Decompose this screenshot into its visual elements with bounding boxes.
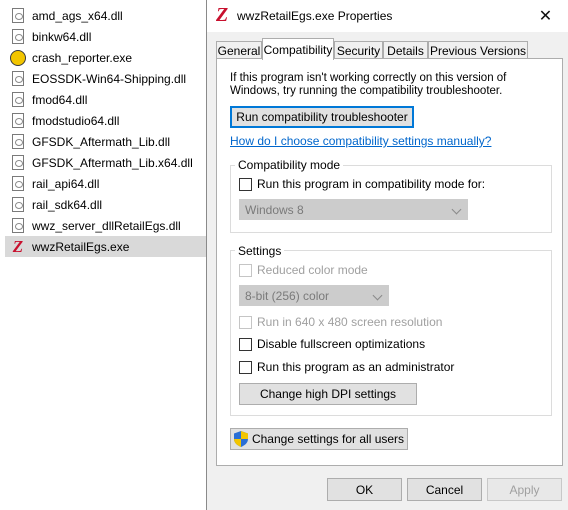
file-list-item[interactable]: rail_sdk64.dll xyxy=(5,194,206,215)
file-name: EOSSDK-Win64-Shipping.dll xyxy=(32,71,187,86)
change-dpi-button[interactable]: Change high DPI settings xyxy=(239,383,417,405)
app-icon: Z xyxy=(216,4,229,26)
chevron-down-icon xyxy=(372,290,383,301)
file-list-item[interactable]: crash_reporter.exe xyxy=(5,47,206,68)
dll-file-icon xyxy=(12,176,24,191)
tab-previous-versions[interactable]: Previous Versions xyxy=(428,41,528,59)
compat-mode-checkbox[interactable] xyxy=(239,177,252,191)
reduced-color-label: Reduced color mode xyxy=(257,263,368,277)
color-depth-value: 8-bit (256) color xyxy=(245,288,330,303)
os-version-value: Windows 8 xyxy=(245,202,304,217)
dll-file-icon xyxy=(12,8,24,23)
file-name: rail_sdk64.dll xyxy=(32,197,103,212)
file-list-item[interactable]: amd_ags_x64.dll xyxy=(5,5,206,26)
os-version-select: Windows 8 xyxy=(239,199,468,220)
dll-file-icon xyxy=(12,134,24,149)
file-list-item[interactable]: binkw64.dll xyxy=(5,26,206,47)
disable-fullscreen-checkbox[interactable] xyxy=(239,337,252,351)
tab-details[interactable]: Details xyxy=(383,41,428,59)
tab-general[interactable]: General xyxy=(216,41,262,59)
compat-mode-checkbox-label: Run this program in compatibility mode f… xyxy=(257,177,486,191)
dll-file-icon xyxy=(12,92,24,107)
dll-file-icon xyxy=(12,197,24,212)
properties-dialog: Z wwzRetailEgs.exe Properties ✕ General … xyxy=(206,0,568,510)
title-bar[interactable]: Z wwzRetailEgs.exe Properties ✕ xyxy=(207,0,568,32)
file-name: crash_reporter.exe xyxy=(32,50,133,65)
run-as-admin-row[interactable]: Run this program as an administrator xyxy=(239,360,454,374)
intro-text: If this program isn't working correctly … xyxy=(230,72,507,97)
settings-label: Settings xyxy=(235,244,285,258)
file-list-item[interactable]: fmod64.dll xyxy=(5,89,206,110)
run-troubleshooter-button[interactable]: Run compatibility troubleshooter xyxy=(230,106,414,128)
color-depth-select: 8-bit (256) color xyxy=(239,285,389,306)
file-list-item[interactable]: GFSDK_Aftermath_Lib.dll xyxy=(5,131,206,152)
run-as-admin-checkbox[interactable] xyxy=(239,360,252,374)
crash-reporter-icon xyxy=(10,49,26,66)
reduced-color-row: Reduced color mode xyxy=(239,263,368,277)
tab-security[interactable]: Security xyxy=(334,41,383,59)
disable-fullscreen-label: Disable fullscreen optimizations xyxy=(257,337,426,351)
dll-file-icon xyxy=(12,155,24,170)
reduced-color-checkbox xyxy=(239,263,252,277)
uac-shield-icon xyxy=(233,431,248,447)
file-name: wwz_server_dllRetailEgs.dll xyxy=(32,218,181,233)
file-name: GFSDK_Aftermath_Lib.x64.dll xyxy=(32,155,193,170)
dll-file-icon xyxy=(12,29,24,44)
resolution-row: Run in 640 x 480 screen resolution xyxy=(239,315,442,329)
file-list: amd_ags_x64.dll binkw64.dll crash_reporter… xyxy=(0,0,206,510)
file-name: fmod64.dll xyxy=(32,92,88,107)
dialog-title: wwzRetailEgs.exe Properties xyxy=(237,9,393,23)
file-list-item[interactable]: GFSDK_Aftermath_Lib.x64.dll xyxy=(5,152,206,173)
resolution-checkbox xyxy=(239,315,252,329)
disable-fullscreen-row[interactable]: Disable fullscreen optimizations xyxy=(239,337,425,351)
cancel-button[interactable]: Cancel xyxy=(407,478,482,501)
file-list-item[interactable]: EOSSDK-Win64-Shipping.dll xyxy=(5,68,206,89)
file-list-item[interactable]: rail_api64.dll xyxy=(5,173,206,194)
compat-mode-checkbox-row[interactable]: Run this program in compatibility mode f… xyxy=(239,177,485,191)
chevron-down-icon xyxy=(451,204,462,215)
file-name: wwzRetailEgs.exe xyxy=(32,239,130,254)
compatibility-mode-label: Compatibility mode xyxy=(235,158,344,172)
manual-settings-link[interactable]: How do I choose compatibility settings m… xyxy=(230,134,491,148)
file-name: binkw64.dll xyxy=(32,29,92,44)
file-list-item[interactable]: fmodstudio64.dll xyxy=(5,110,206,131)
dll-file-icon xyxy=(12,71,24,86)
tab-strip: General Compatibility Security Details P… xyxy=(216,38,566,60)
z-app-icon: Z xyxy=(12,236,24,256)
run-as-admin-label: Run this program as an administrator xyxy=(257,360,455,374)
close-button[interactable]: ✕ xyxy=(523,0,568,32)
file-list-item[interactable]: wwz_server_dllRetailEgs.dll xyxy=(5,215,206,236)
file-name: GFSDK_Aftermath_Lib.dll xyxy=(32,134,171,149)
dll-file-icon xyxy=(12,218,24,233)
change-all-users-button[interactable]: Change settings for all users xyxy=(230,428,408,450)
file-name: amd_ags_x64.dll xyxy=(32,8,123,23)
tab-compatibility[interactable]: Compatibility xyxy=(262,38,334,60)
file-list-item[interactable]: ZwwzRetailEgs.exe xyxy=(5,236,206,257)
file-name: fmodstudio64.dll xyxy=(32,113,120,128)
dll-file-icon xyxy=(12,113,24,128)
file-name: rail_api64.dll xyxy=(32,176,100,191)
apply-button[interactable]: Apply xyxy=(487,478,562,501)
ok-button[interactable]: OK xyxy=(327,478,402,501)
change-all-users-label: Change settings for all users xyxy=(251,432,405,446)
compatibility-panel: If this program isn't working correctly … xyxy=(216,58,563,466)
resolution-label: Run in 640 x 480 screen resolution xyxy=(257,315,443,329)
